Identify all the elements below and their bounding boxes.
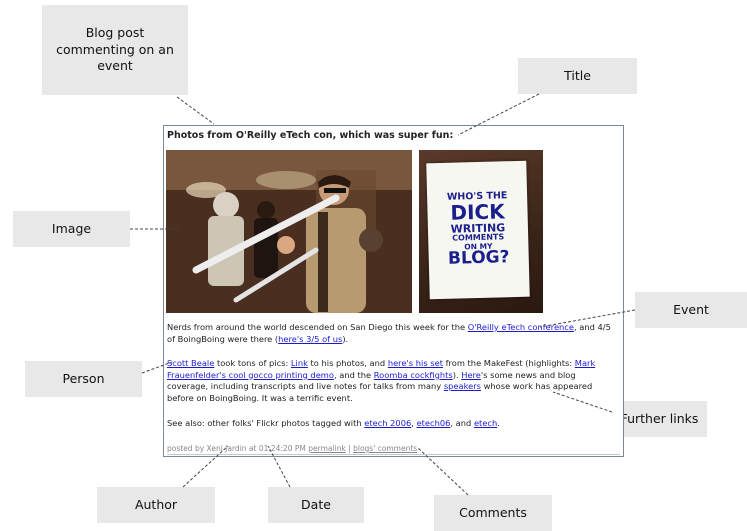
paragraph-text: .	[497, 418, 500, 428]
event-link[interactable]: O'Reilly eTech conference	[468, 322, 574, 332]
further-links-callout: Further links	[612, 401, 707, 437]
paragraph-text: took tons of pics:	[214, 358, 291, 368]
date-callout: Date	[268, 487, 364, 523]
sign-photo: WHO'S THE DICK WRITING COMMENTS ON MY BL…	[419, 150, 543, 313]
image-callout: Image	[13, 211, 130, 247]
tag-link[interactable]: etech06	[417, 418, 451, 428]
author-date-text: posted by Xeni Jardin at 01:24:20 PM	[167, 444, 309, 453]
sign-line: DICK	[450, 198, 505, 225]
paragraph-text: , and	[450, 418, 474, 428]
tag-link[interactable]: etech	[474, 418, 497, 428]
blog-post: Photos from O'Reilly eTech con, which wa…	[163, 125, 624, 457]
paragraph-text: ).	[342, 333, 349, 344]
author-callout: Author	[97, 487, 215, 523]
event-callout: Event	[635, 292, 747, 328]
meta-separator: |	[345, 444, 354, 453]
us-link[interactable]: here's 3/5 of us	[278, 334, 342, 344]
set-link[interactable]: here's his set	[388, 358, 443, 368]
paragraph-text: See also: other folks' Flickr photos tag…	[167, 418, 365, 428]
photos-link[interactable]: Link	[291, 358, 308, 368]
post-meta: posted by Xeni Jardin at 01:24:20 PM per…	[167, 444, 417, 453]
coverage-link[interactable]: Here	[461, 370, 481, 380]
post-paragraph-2: Scott Beale took tons of pics: Link to h…	[167, 358, 619, 404]
footer-divider	[167, 454, 620, 455]
blog-post-callout: Blog post commenting on an event	[42, 5, 188, 95]
paragraph-text: from the MakeFest (highlights:	[442, 358, 575, 368]
comments-link[interactable]: blogs' comments	[353, 444, 417, 453]
paragraph-text: Nerds from around the world descended on…	[167, 322, 468, 332]
roomba-link[interactable]: Roomba cockfights	[374, 370, 453, 380]
person-link[interactable]: Scott Beale	[167, 358, 214, 368]
permalink-link[interactable]: permalink	[308, 444, 346, 453]
paragraph-text: , and the	[333, 369, 374, 380]
person-callout: Person	[25, 361, 142, 397]
post-title: Photos from O'Reilly eTech con, which wa…	[167, 130, 454, 141]
speakers-link[interactable]: speakers	[444, 381, 481, 391]
paragraph-text: ).	[452, 369, 462, 380]
post-paragraph-3: See also: other folks' Flickr photos tag…	[167, 418, 619, 430]
sign-line: BLOG?	[447, 247, 510, 270]
post-paragraph-1: Nerds from around the world descended on…	[167, 322, 619, 345]
event-photo	[166, 150, 412, 313]
blog-post-connector	[176, 96, 215, 125]
tag-link[interactable]: etech 2006	[364, 418, 411, 428]
title-callout: Title	[518, 58, 637, 94]
sign-card: WHO'S THE DICK WRITING COMMENTS ON MY BL…	[426, 160, 530, 300]
comments-callout: Comments	[434, 495, 552, 531]
paragraph-text: to his photos, and	[307, 358, 388, 368]
